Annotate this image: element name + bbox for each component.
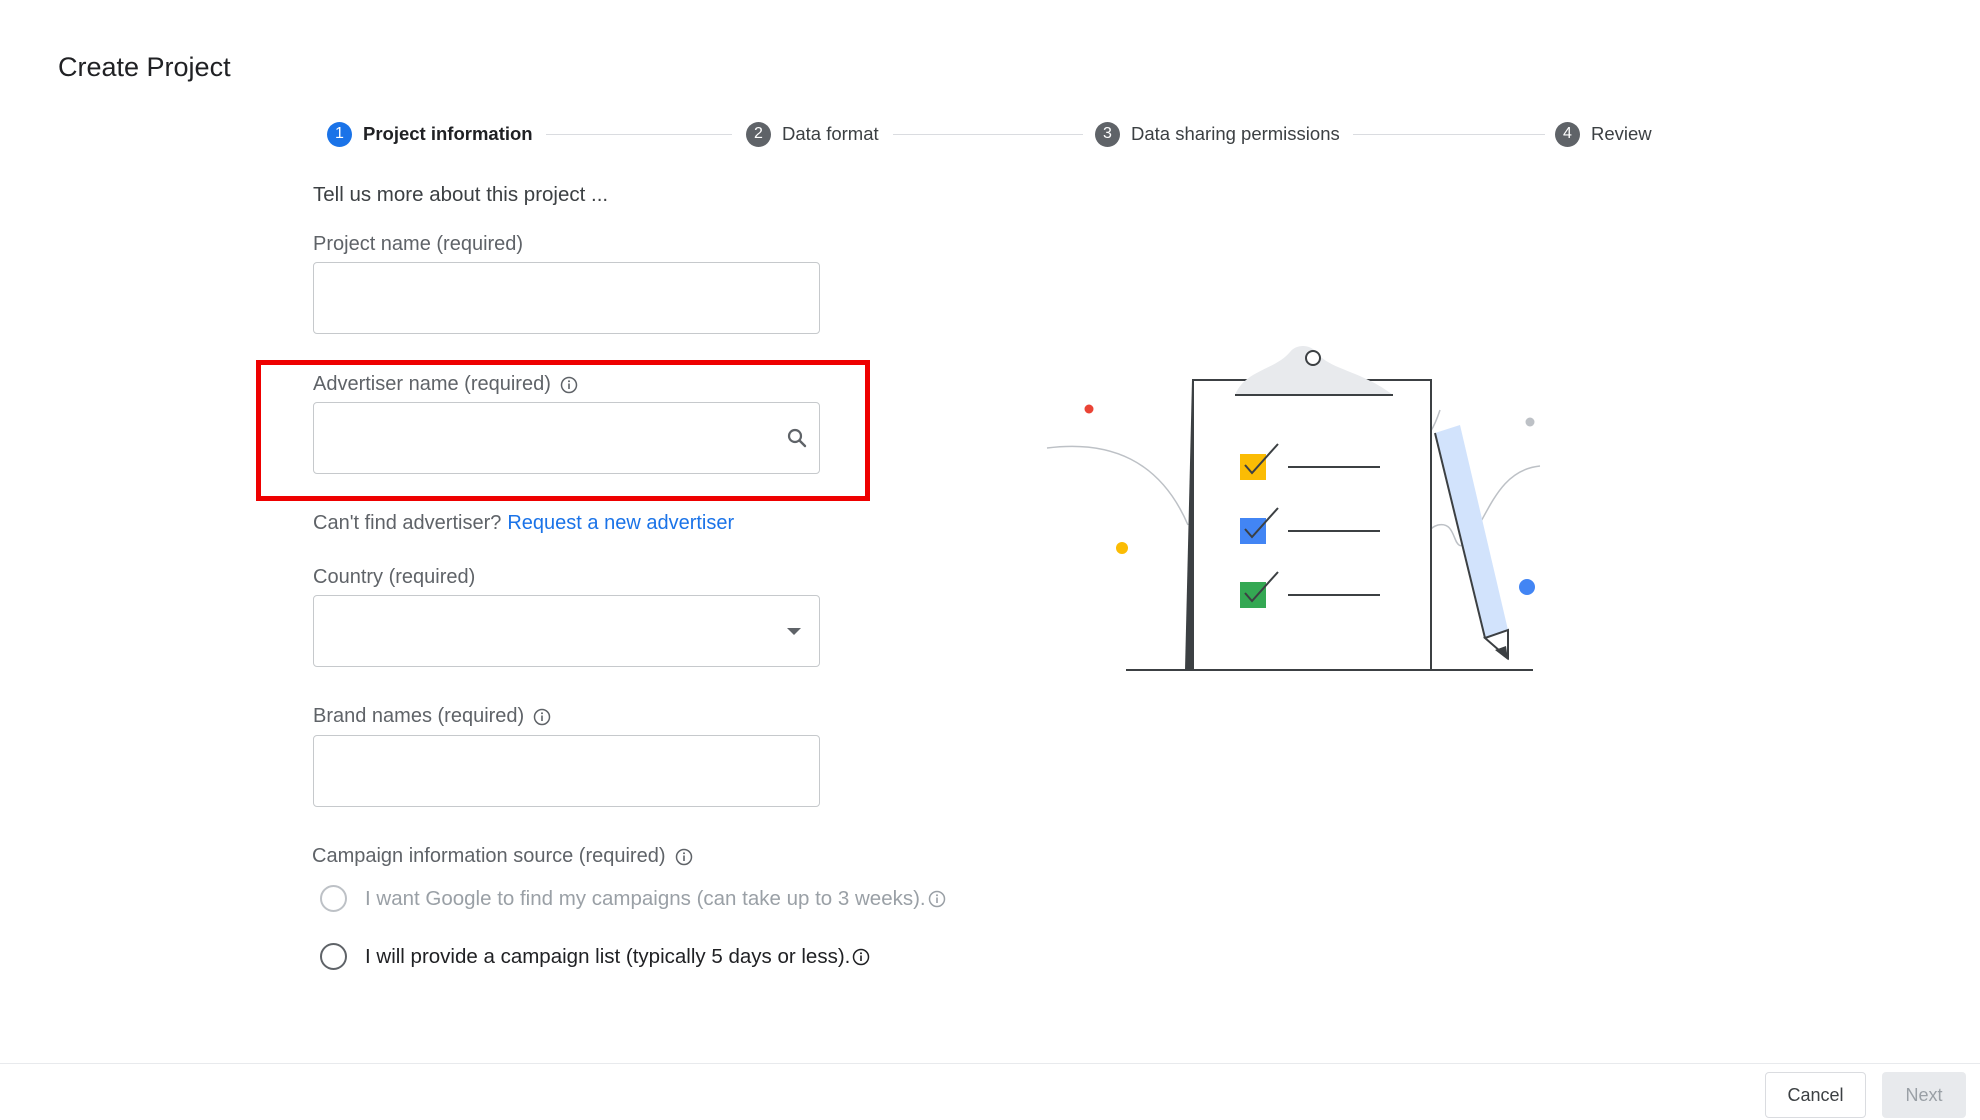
country-select[interactable] (313, 595, 820, 667)
project-name-label-text: Project name (required) (313, 233, 524, 255)
step-label: Project information (363, 123, 533, 144)
step-label: Data sharing permissions (1131, 123, 1340, 144)
next-button[interactable]: Next (1882, 1072, 1966, 1118)
project-name-input[interactable] (314, 263, 819, 333)
step-label: Data format (782, 123, 879, 144)
search-icon[interactable] (785, 426, 809, 455)
step-connector (546, 134, 732, 135)
advertiser-name-field[interactable] (313, 402, 820, 474)
step-connector (1353, 134, 1545, 135)
step-project-information[interactable]: 1 Project information (327, 121, 533, 147)
campaign-source-option-google[interactable]: I want Google to find my campaigns (can … (320, 885, 946, 912)
footer-divider (0, 1063, 1980, 1064)
step-label: Review (1591, 123, 1652, 144)
campaign-source-label: Campaign information source (required) (312, 845, 693, 868)
advertiser-helper: Can't find advertiser? Request a new adve… (313, 512, 734, 535)
info-icon[interactable] (928, 890, 946, 908)
info-icon[interactable] (533, 708, 551, 726)
brand-names-field[interactable] (313, 735, 820, 807)
country-label: Country (required) (313, 566, 475, 589)
country-label-text: Country (required) (313, 566, 476, 588)
campaign-source-label-text: Campaign information source (required) (312, 845, 666, 867)
step-number: 3 (1095, 121, 1120, 147)
step-connector (893, 134, 1083, 135)
project-name-field[interactable] (313, 262, 820, 334)
form-intro: Tell us more about this project ... (313, 183, 609, 206)
step-review[interactable]: 4 Review (1555, 121, 1652, 147)
chevron-down-icon[interactable] (787, 628, 801, 635)
info-icon[interactable] (560, 376, 578, 394)
brand-names-label: Brand names (required) (313, 705, 551, 728)
step-number: 1 (327, 121, 352, 147)
advertiser-name-input[interactable] (314, 403, 819, 473)
page-title: Create Project (58, 52, 231, 82)
request-new-advertiser-link[interactable]: Request a new advertiser (507, 512, 734, 534)
step-data-sharing-permissions[interactable]: 3 Data sharing permissions (1095, 121, 1340, 147)
advertiser-name-label-text: Advertiser name (required) (313, 373, 551, 395)
step-number: 4 (1555, 121, 1580, 147)
brand-names-label-text: Brand names (required) (313, 705, 525, 727)
radio-label: I want Google to find my campaigns (can … (365, 886, 926, 910)
brand-names-input[interactable] (314, 736, 819, 806)
campaign-source-option-list[interactable]: I will provide a campaign list (typicall… (320, 943, 870, 970)
cancel-button[interactable]: Cancel (1765, 1072, 1866, 1118)
radio-button[interactable] (320, 885, 347, 912)
clipboard-illustration (1040, 330, 1620, 685)
radio-label: I will provide a campaign list (typicall… (365, 944, 851, 968)
info-icon[interactable] (852, 948, 870, 966)
step-data-format[interactable]: 2 Data format (746, 121, 879, 147)
info-icon[interactable] (675, 848, 693, 866)
advertiser-helper-text: Can't find advertiser? (313, 512, 502, 534)
advertiser-name-label: Advertiser name (required) (313, 373, 578, 396)
radio-button[interactable] (320, 943, 347, 970)
step-number: 2 (746, 121, 771, 147)
project-name-label: Project name (required) (313, 233, 523, 256)
